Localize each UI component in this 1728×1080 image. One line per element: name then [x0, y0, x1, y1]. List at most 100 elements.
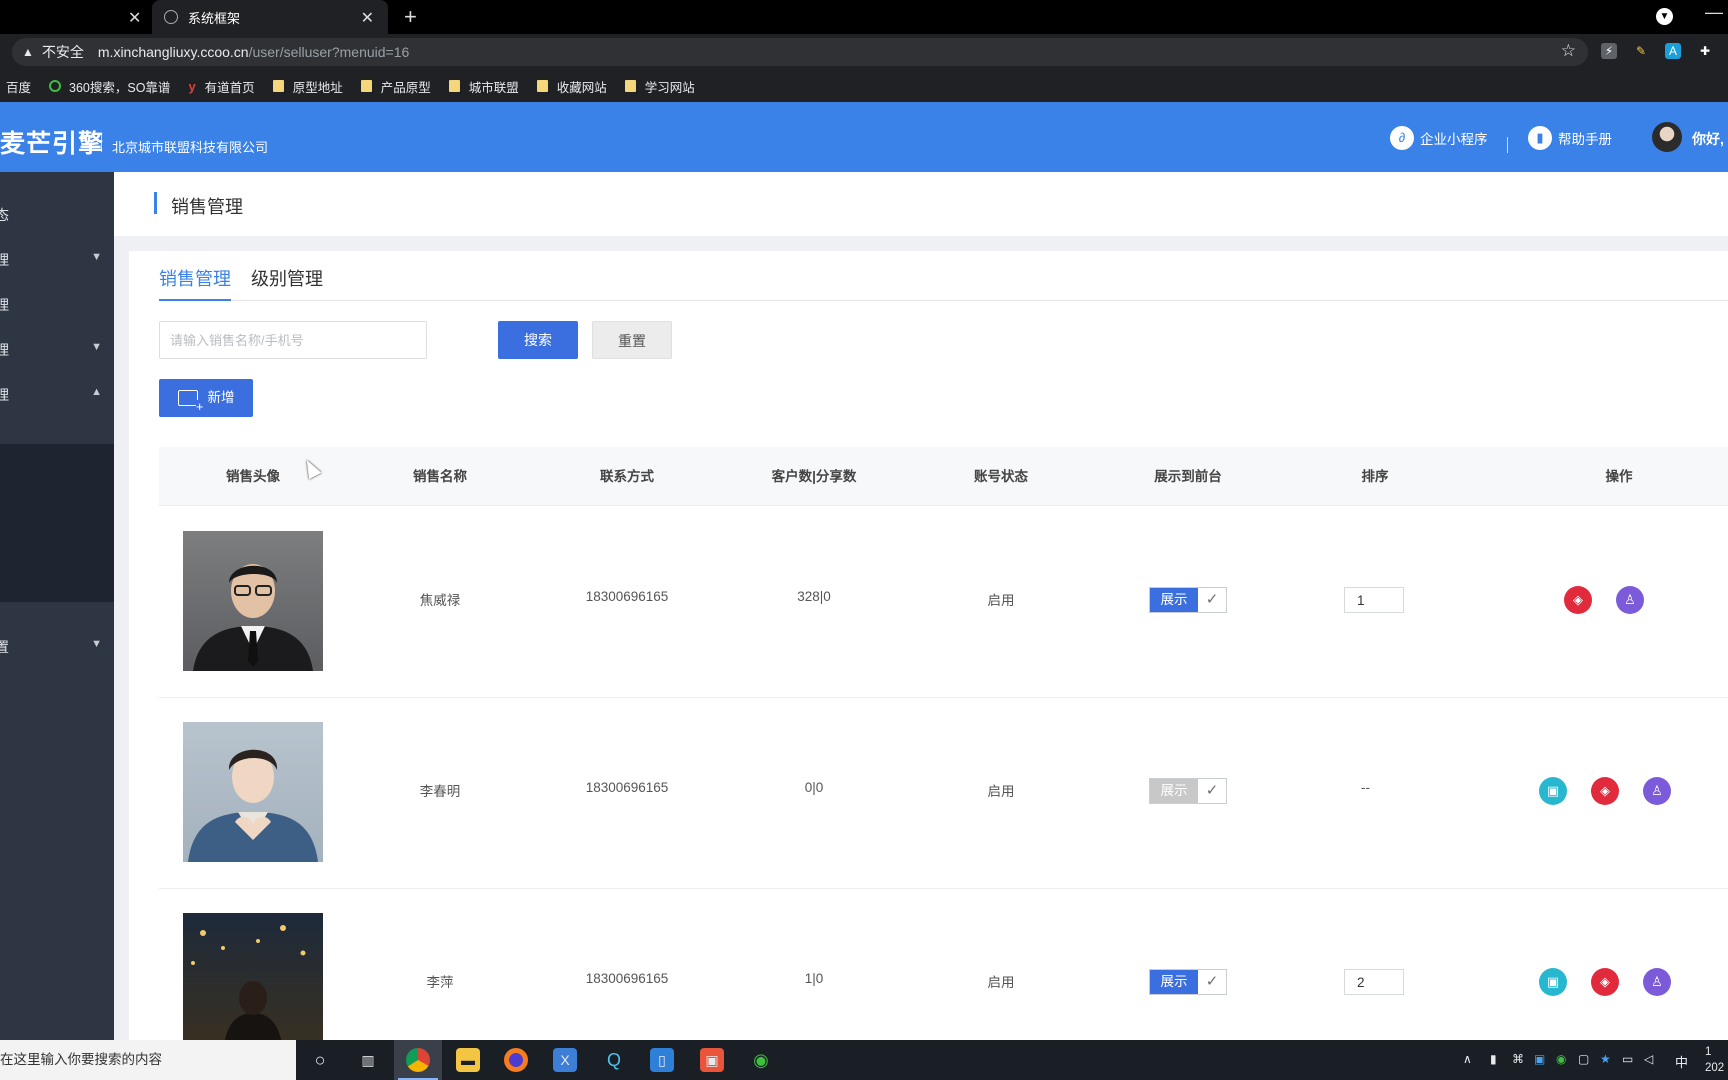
customer-share-count: 1|0 [804, 971, 824, 986]
app-tray-icon[interactable]: ▣ [1534, 1052, 1545, 1066]
wechat-tray-icon[interactable]: ◉ [1556, 1052, 1566, 1066]
avatar[interactable] [1652, 122, 1682, 152]
notes-icon[interactable]: ▯ [650, 1048, 674, 1072]
layers-icon[interactable]: ◈ [1591, 968, 1619, 996]
help-manual-link[interactable]: ▮ 帮助手册 [1528, 126, 1612, 150]
translate-extension-icon[interactable]: A [1665, 43, 1681, 59]
puzzle-icon[interactable]: ✚ [1697, 43, 1713, 59]
sidebar-item[interactable]: 理 [0, 282, 114, 326]
image-icon[interactable]: ▣ [1539, 777, 1567, 805]
tab-sales-management[interactable]: 销售管理 [159, 265, 231, 301]
phone: 18300696165 [585, 589, 669, 604]
account-status: 启用 [987, 593, 1015, 608]
volume-icon[interactable]: ◁ [1644, 1052, 1653, 1066]
folder-icon [360, 80, 372, 92]
network-icon[interactable]: ▭ [1622, 1052, 1633, 1066]
sort-input[interactable] [1344, 969, 1404, 995]
chevron-up-icon[interactable]: ∧ [1463, 1052, 1472, 1066]
user-greeting[interactable]: 你好, [1692, 129, 1724, 149]
sales-name: 焦威禄 [419, 593, 461, 608]
security-label[interactable]: 不安全 [42, 42, 84, 62]
tab-search-icon[interactable]: ▼ [1656, 8, 1673, 25]
close-icon[interactable]: ✕ [128, 8, 141, 28]
address-bar[interactable]: ▲ 不安全 m.xinchangliuxy.ccoo.cn/user/sellu… [12, 38, 1588, 66]
search-button[interactable]: 搜索 [498, 321, 578, 359]
globe-icon [164, 10, 178, 24]
taskbar-search[interactable]: 在这里输入你要搜索的内容 [0, 1040, 296, 1080]
bookmark-folder[interactable]: 学习网站 [624, 77, 695, 96]
new-tab-icon[interactable]: + [404, 4, 417, 30]
add-icon [177, 390, 204, 413]
layers-icon[interactable]: ◈ [1564, 586, 1592, 614]
bookmark-folder[interactable]: 产品原型 [360, 77, 431, 96]
sort-input[interactable] [1344, 587, 1404, 613]
sidebar-item[interactable]: 态 [0, 192, 114, 236]
image-icon[interactable]: ▣ [1539, 968, 1567, 996]
app-tray-icon[interactable]: ▢ [1578, 1052, 1589, 1066]
sales-avatar [183, 913, 323, 1053]
add-button[interactable]: 新增 [159, 379, 253, 417]
close-icon[interactable]: ✕ [361, 8, 374, 28]
sales-name: 李春明 [419, 784, 461, 799]
search-input[interactable] [159, 321, 427, 359]
sidebar-item[interactable]: 置 ▼ [0, 624, 114, 668]
microphone-icon[interactable]: ▮ [1490, 1052, 1497, 1066]
tab-level-management[interactable]: 级别管理 [251, 265, 323, 301]
warning-icon[interactable]: ▲ [22, 45, 34, 59]
bookmark-youdao[interactable]: y 有道首页 [188, 77, 254, 96]
logo[interactable]: 麦芒引擎 [0, 124, 104, 160]
column-header: 操作 [1605, 469, 1633, 484]
mini-program-link[interactable]: ∂ 企业小程序 [1390, 126, 1488, 150]
brush-extension-icon[interactable]: ✎ [1633, 43, 1649, 59]
tab-bar: 销售管理 级别管理 [159, 265, 1728, 301]
bookmark-folder[interactable]: 城市联盟 [448, 77, 519, 96]
bookmark-folder[interactable]: 原型地址 [272, 77, 343, 96]
display-toggle[interactable]: 展示 ✓ [1149, 969, 1227, 995]
account-status: 启用 [987, 975, 1015, 990]
browser-tab[interactable]: ✕ [0, 0, 150, 34]
user-icon[interactable]: ♙ [1643, 777, 1671, 805]
chevron-up-icon: ▲ [91, 386, 102, 398]
display-toggle[interactable]: 展示 ✓ [1149, 587, 1227, 613]
sidebar-item[interactable]: 理 ▼ [0, 237, 114, 281]
bookmark-folder[interactable]: 收藏网站 [536, 77, 607, 96]
youdao-icon: y [188, 78, 196, 94]
folder-icon [536, 80, 548, 92]
app-tray-icon[interactable]: ⌘ [1512, 1052, 1524, 1066]
firefox-icon[interactable] [504, 1048, 528, 1072]
xmind-icon[interactable]: X [553, 1048, 577, 1072]
layers-icon[interactable]: ◈ [1591, 777, 1619, 805]
folder-icon [624, 80, 636, 92]
user-icon[interactable]: ♙ [1616, 586, 1644, 614]
user-icon[interactable]: ♙ [1643, 968, 1671, 996]
ime-indicator[interactable]: 中 [1675, 1052, 1688, 1071]
sales-name: 李萍 [426, 975, 454, 990]
extension-icon[interactable]: ⚡ [1601, 43, 1617, 59]
task-view-icon[interactable]: ▥ [356, 1048, 380, 1072]
table-row: 焦威禄 18300696165 328|0 启用 展示 ✓ ◈ ♙ [159, 507, 1728, 698]
file-explorer-icon[interactable]: ▬ [456, 1048, 480, 1072]
search-app-icon[interactable]: Q [602, 1048, 626, 1072]
bookmark-360[interactable]: 360搜索，SO靠谱 [49, 77, 170, 96]
chrome-icon[interactable] [406, 1048, 430, 1072]
chevron-down-icon: ▼ [91, 251, 102, 263]
wechat-icon[interactable]: ◉ [749, 1048, 773, 1072]
reset-button[interactable]: 重置 [592, 321, 672, 359]
sales-avatar [183, 722, 323, 862]
sidebar-item[interactable]: 理 ▼ [0, 327, 114, 371]
browser-tab-active[interactable]: 系统框架 ✕ [152, 0, 388, 34]
title-accent [154, 192, 157, 214]
clock[interactable]: 1 202 [1705, 1044, 1724, 1076]
check-icon: ✓ [1198, 779, 1226, 803]
presentation-icon[interactable]: ▣ [700, 1048, 724, 1072]
bookmark-baidu[interactable]: 百度 [6, 77, 31, 96]
bookmark-star-icon[interactable]: ☆ [1561, 41, 1576, 61]
sidebar: 态 理 ▼ 理 理 ▼ 理 ▲ 置 ▼ [0, 172, 114, 1040]
display-toggle[interactable]: 展示 ✓ [1149, 778, 1227, 804]
phone: 18300696165 [585, 780, 669, 795]
minimize-icon[interactable]: — [1705, 2, 1723, 23]
cortana-icon[interactable]: ○ [308, 1048, 332, 1072]
sidebar-item[interactable]: 理 ▲ [0, 372, 114, 416]
customer-share-count: 0|0 [804, 780, 824, 795]
app-tray-icon[interactable]: ★ [1600, 1052, 1611, 1066]
